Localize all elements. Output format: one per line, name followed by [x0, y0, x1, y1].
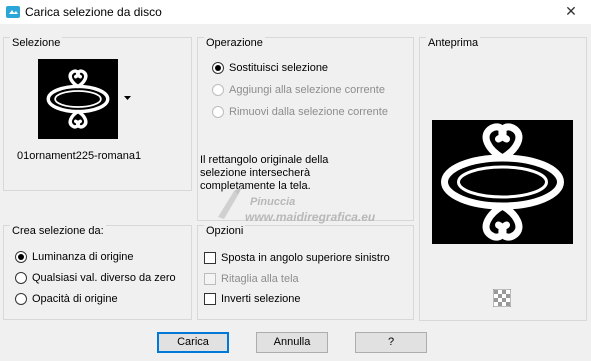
radio-remove-selection-label: Rimuovi dalla selezione corrente — [229, 106, 388, 118]
radio-remove-selection: Rimuovi dalla selezione corrente — [212, 106, 388, 118]
window-title: Carica selezione da disco — [25, 5, 162, 19]
radio-source-opacity-label: Opacità di origine — [32, 293, 118, 305]
create-from-group-label: Crea selezione da: — [10, 225, 106, 237]
ornament-preview — [441, 123, 564, 241]
radio-any-nonzero[interactable]: Qualsiasi val. diverso da zero — [15, 272, 176, 284]
checkbox-clip-canvas-box — [204, 273, 216, 285]
checkbox-move-top-left-label: Sposta in angolo superiore sinistro — [221, 252, 390, 264]
radio-remove-selection-circle — [212, 106, 224, 118]
help-button[interactable]: ? — [355, 332, 427, 353]
preview-canvas — [432, 120, 573, 244]
radio-add-selection-circle — [212, 84, 224, 96]
radio-add-selection-label: Aggiungi alla selezione corrente — [229, 84, 385, 96]
radio-source-luminance-circle[interactable] — [15, 251, 27, 263]
close-button[interactable]: ✕ — [551, 0, 591, 24]
checkbox-clip-canvas-label: Ritaglia alla tela — [221, 273, 299, 285]
radio-any-nonzero-label: Qualsiasi val. diverso da zero — [32, 272, 176, 284]
selection-file-name: 01ornament225-romana1 — [17, 150, 142, 162]
watermark-name: Pinuccia — [250, 196, 296, 208]
operation-group-label: Operazione — [204, 37, 265, 49]
load-button[interactable]: Carica — [157, 332, 229, 353]
selection-thumbnail-dropdown[interactable] — [38, 59, 118, 139]
radio-any-nonzero-circle[interactable] — [15, 272, 27, 284]
transparency-checker-icon[interactable] — [493, 289, 511, 307]
operation-description-2: selezione intersecherà — [200, 167, 311, 179]
radio-source-opacity[interactable]: Opacità di origine — [15, 293, 118, 305]
chevron-down-icon[interactable] — [124, 96, 131, 101]
app-icon — [6, 6, 20, 18]
selection-group-label: Selezione — [10, 37, 63, 49]
watermark-url: www.maidiregrafica.eu — [245, 210, 376, 224]
checkbox-move-top-left-box[interactable] — [204, 252, 216, 264]
operation-description-1: Il rettangolo originale della — [200, 154, 329, 166]
radio-source-luminance-label: Luminanza di origine — [32, 251, 134, 263]
cancel-button[interactable]: Annulla — [256, 332, 328, 353]
title-bar: Carica selezione da disco ✕ — [0, 0, 591, 24]
radio-replace-selection-circle[interactable] — [212, 62, 224, 74]
radio-replace-selection[interactable]: Sostituisci selezione — [212, 62, 328, 74]
checkbox-invert-selection-label: Inverti selezione — [221, 293, 301, 305]
checkbox-invert-selection-box[interactable] — [204, 293, 216, 305]
checkbox-invert-selection[interactable]: Inverti selezione — [204, 293, 301, 305]
radio-source-luminance[interactable]: Luminanza di origine — [15, 251, 134, 263]
checkbox-clip-canvas: Ritaglia alla tela — [204, 273, 299, 285]
radio-source-opacity-circle[interactable] — [15, 293, 27, 305]
radio-replace-selection-label: Sostituisci selezione — [229, 62, 329, 74]
radio-add-selection: Aggiungi alla selezione corrente — [212, 84, 385, 96]
ornament-thumbnail — [46, 69, 110, 129]
checkbox-move-top-left[interactable]: Sposta in angolo superiore sinistro — [204, 252, 390, 264]
options-group-label: Opzioni — [204, 225, 246, 237]
preview-group-label: Anteprima — [426, 37, 481, 49]
